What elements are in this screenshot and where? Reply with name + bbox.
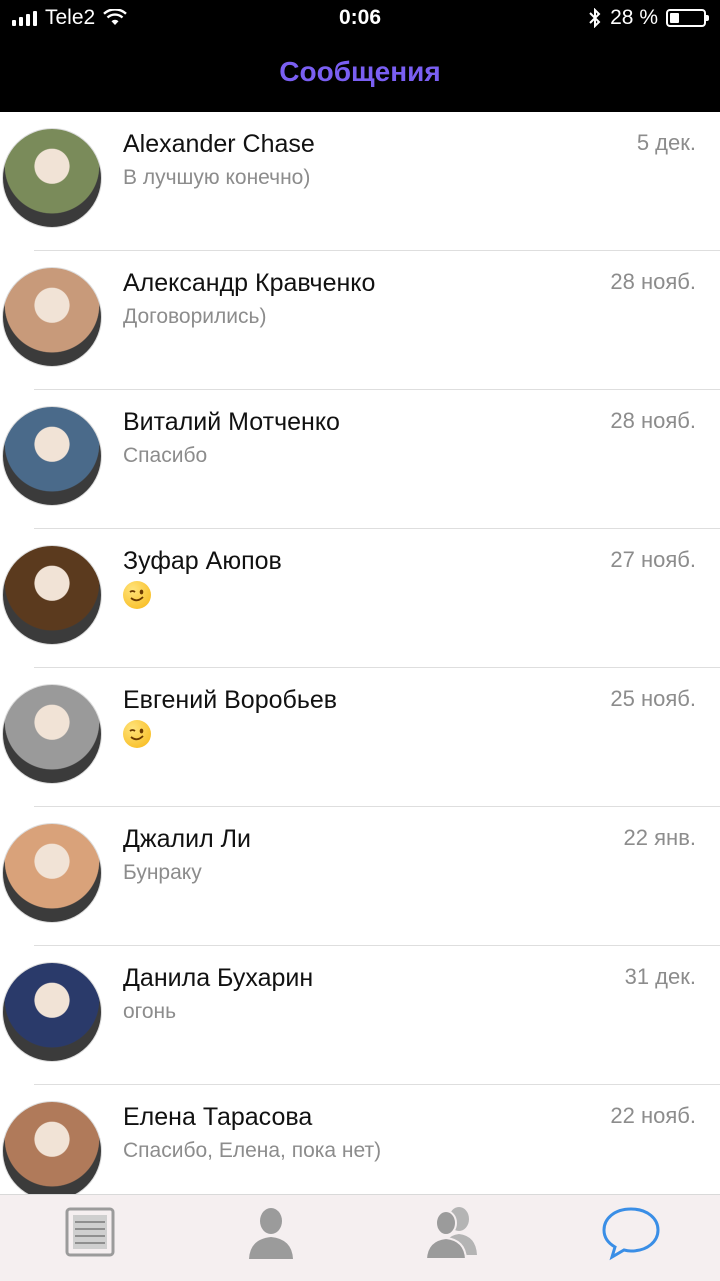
page-title: Сообщения: [279, 56, 441, 87]
bluetooth-icon: [589, 8, 601, 28]
message-preview: [123, 720, 151, 754]
message-date: 27 нояб.: [610, 547, 696, 572]
conversation-row[interactable]: Евгений Воробьев 25 нояб.: [0, 668, 720, 807]
message-preview: Договорились): [123, 305, 267, 328]
message-preview: Бунраку: [123, 861, 202, 884]
battery-level: [670, 13, 679, 23]
contact-name: Елена Тарасова: [123, 1103, 313, 1131]
message-date: 25 нояб.: [610, 686, 696, 711]
conversation-row[interactable]: Alexander Chase В лучшую конечно) 5 дек.: [0, 112, 720, 251]
news-icon: [65, 1207, 115, 1257]
message-date: 22 нояб.: [610, 1103, 696, 1128]
contact-name: Данила Бухарин: [123, 964, 314, 992]
tab-messages[interactable]: [596, 1203, 666, 1263]
battery-icon: [666, 9, 709, 27]
conversation-row[interactable]: Зуфар Аюпов 27 нояб.: [0, 529, 720, 668]
avatar[interactable]: [2, 267, 102, 367]
status-bar: Tele2 0:06 28 %: [0, 0, 720, 38]
message-preview: [123, 581, 151, 615]
contact-name: Александр Кравченко: [123, 269, 376, 297]
top-bar: Tele2 0:06 28 % Сообщения: [0, 0, 720, 112]
wink-emoji-icon: [123, 581, 151, 609]
message-date: 5 дек.: [636, 130, 696, 155]
avatar[interactable]: [2, 823, 102, 923]
friends-icon: [424, 1207, 477, 1260]
contact-name: Евгений Воробьев: [123, 686, 338, 714]
contact-name: Зуфар Аюпов: [123, 547, 282, 575]
message-date: 28 нояб.: [610, 408, 696, 433]
messages-icon: [602, 1207, 660, 1261]
tab-bar: [0, 1194, 720, 1281]
avatar[interactable]: [2, 1101, 102, 1201]
wink-emoji-icon: [123, 720, 151, 748]
tab-news[interactable]: [55, 1203, 125, 1263]
tab-friends[interactable]: [416, 1203, 486, 1263]
conversation-row[interactable]: Виталий Мотченко Спасибо 28 нояб.: [0, 390, 720, 529]
contact-name: Alexander Chase: [123, 130, 315, 158]
avatar[interactable]: [2, 545, 102, 645]
conversation-row[interactable]: Александр Кравченко Договорились) 28 нояб.: [0, 251, 720, 390]
message-preview: Спасибо: [123, 444, 208, 467]
message-preview: огонь: [123, 1000, 177, 1023]
conversation-row[interactable]: Данила Бухарин огонь 31 дек.: [0, 946, 720, 1085]
conversation-list: Alexander Chase В лучшую конечно) 5 дек. Ал…: [0, 112, 720, 1224]
message-date: 22 янв.: [623, 825, 696, 850]
avatar[interactable]: [2, 128, 102, 228]
avatar[interactable]: [2, 406, 102, 506]
tab-profile[interactable]: [236, 1203, 306, 1263]
contact-name: Виталий Мотченко: [123, 408, 340, 436]
status-right: 28 %: [588, 6, 709, 30]
profile-icon: [249, 1208, 293, 1259]
avatar[interactable]: [2, 684, 102, 784]
conversation-row[interactable]: Джалил Ли Бунраку 22 янв.: [0, 807, 720, 946]
message-date: 28 нояб.: [610, 269, 696, 294]
message-preview: В лучшую конечно): [123, 166, 311, 189]
avatar[interactable]: [2, 962, 102, 1062]
contact-name: Джалил Ли: [123, 825, 252, 853]
battery-percent: 28 %: [610, 6, 658, 29]
message-preview: Спасибо, Елена, пока нет): [123, 1139, 382, 1162]
message-date: 31 дек.: [624, 964, 696, 989]
